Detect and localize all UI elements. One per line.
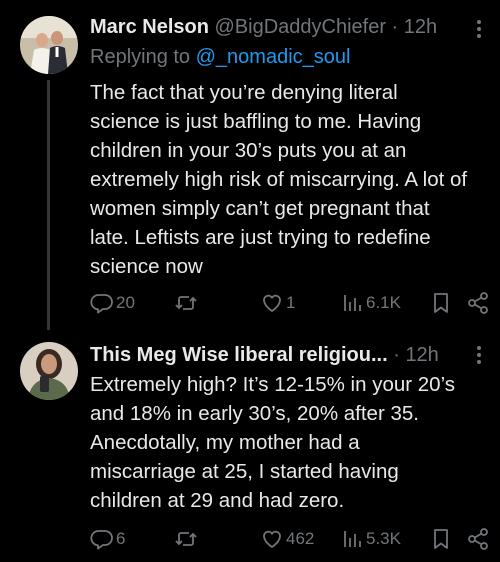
tweet-text: Extremely high? It’s 12-15% in your 20’s… (90, 370, 490, 515)
avatar[interactable] (20, 16, 78, 74)
tweet-marc-nelson[interactable]: Marc Nelson @BigDaddyChiefer · 12h Reply… (0, 0, 500, 330)
tweet-text-line: science now (90, 255, 203, 278)
retweet-button[interactable] (174, 290, 200, 316)
tweet-text-line: children at 29 and had zero. (90, 489, 345, 512)
more-icon (477, 346, 481, 364)
more-button[interactable] (470, 18, 488, 40)
separator: · (386, 16, 404, 38)
like-icon (263, 294, 281, 312)
tweet-text-line: and 18% in early 30’s, 20% after 35. (90, 402, 419, 425)
like-count: 1 (286, 293, 296, 312)
bookmark-icon (434, 529, 448, 549)
tweet-text-line: women simply can’t get pregnant that (90, 197, 430, 220)
tweet-header: This Meg Wise liberal religiou... · 12h (90, 342, 466, 368)
tweet-text-line: Anecdotally, my mother had a (90, 431, 360, 454)
reply-count: 6 (116, 529, 126, 548)
share-icon (468, 528, 488, 550)
tweet-meg-wise[interactable]: This Meg Wise liberal religiou... · 12h … (0, 330, 500, 562)
display-name[interactable]: Marc Nelson (90, 16, 209, 38)
views-button[interactable]: 6.1K (342, 290, 401, 316)
separator: · (387, 344, 406, 366)
reply-button[interactable]: 20 (90, 290, 135, 316)
reply-icon (90, 294, 113, 314)
retweet-button[interactable] (174, 526, 200, 552)
like-icon (263, 530, 281, 548)
avatar-photo-wedding (20, 16, 78, 74)
tweet-text-line: extremely high risk of miscarrying. A lo… (90, 168, 468, 191)
views-icon (344, 531, 361, 547)
bookmark-button[interactable] (430, 290, 452, 316)
views-count: 5.3K (366, 529, 401, 548)
thread-line (47, 80, 50, 330)
share-button[interactable] (466, 526, 490, 552)
replying-mention[interactable]: @_nomadic_soul (196, 46, 351, 68)
timestamp[interactable]: 12h (405, 344, 438, 366)
action-bar: 6 462 5.3K (90, 526, 492, 552)
replying-prefix: Replying to (90, 46, 196, 68)
like-button[interactable]: 1 (260, 290, 295, 316)
timestamp[interactable]: 12h (404, 16, 437, 38)
like-button[interactable]: 462 (260, 526, 314, 552)
views-button[interactable]: 5.3K (342, 526, 401, 552)
tweet-text-line: miscarriage at 25, I started having (90, 460, 399, 483)
more-icon (477, 20, 481, 38)
tweet-text-line: The fact that you’re denying literal (90, 81, 398, 104)
tweet-text: The fact that you’re denying literal sci… (90, 78, 490, 281)
bookmark-icon (434, 293, 448, 313)
like-count: 462 (286, 529, 315, 548)
avatar[interactable] (20, 342, 78, 400)
retweet-icon (175, 296, 197, 310)
views-icon (344, 295, 361, 311)
display-name[interactable]: This Meg Wise liberal religiou... (90, 344, 388, 366)
views-count: 6.1K (366, 293, 401, 312)
share-icon (468, 292, 488, 314)
more-button[interactable] (470, 344, 488, 366)
reply-button[interactable]: 6 (90, 526, 125, 552)
tweet-text-line: Extremely high? It’s 12-15% in your 20’s (90, 373, 456, 396)
tweet-text-line: children in your 30’s puts you at an (90, 139, 407, 162)
tweet-header: Marc Nelson @BigDaddyChiefer · 12h (90, 14, 466, 40)
retweet-icon (175, 532, 197, 546)
action-bar: 20 1 6.1K (90, 290, 492, 316)
handle[interactable]: @BigDaddyChiefer (215, 16, 387, 38)
tweet-text-line: late. Leftists are just trying to redefi… (90, 226, 431, 249)
tweet-text-line: science is just baffling to me. Having (90, 110, 422, 133)
bookmark-button[interactable] (430, 526, 452, 552)
share-button[interactable] (466, 290, 490, 316)
reply-icon (90, 530, 113, 550)
avatar-photo-selfie (20, 342, 78, 400)
reply-count: 20 (116, 293, 135, 312)
replying-to: Replying to @_nomadic_soul (90, 44, 350, 70)
